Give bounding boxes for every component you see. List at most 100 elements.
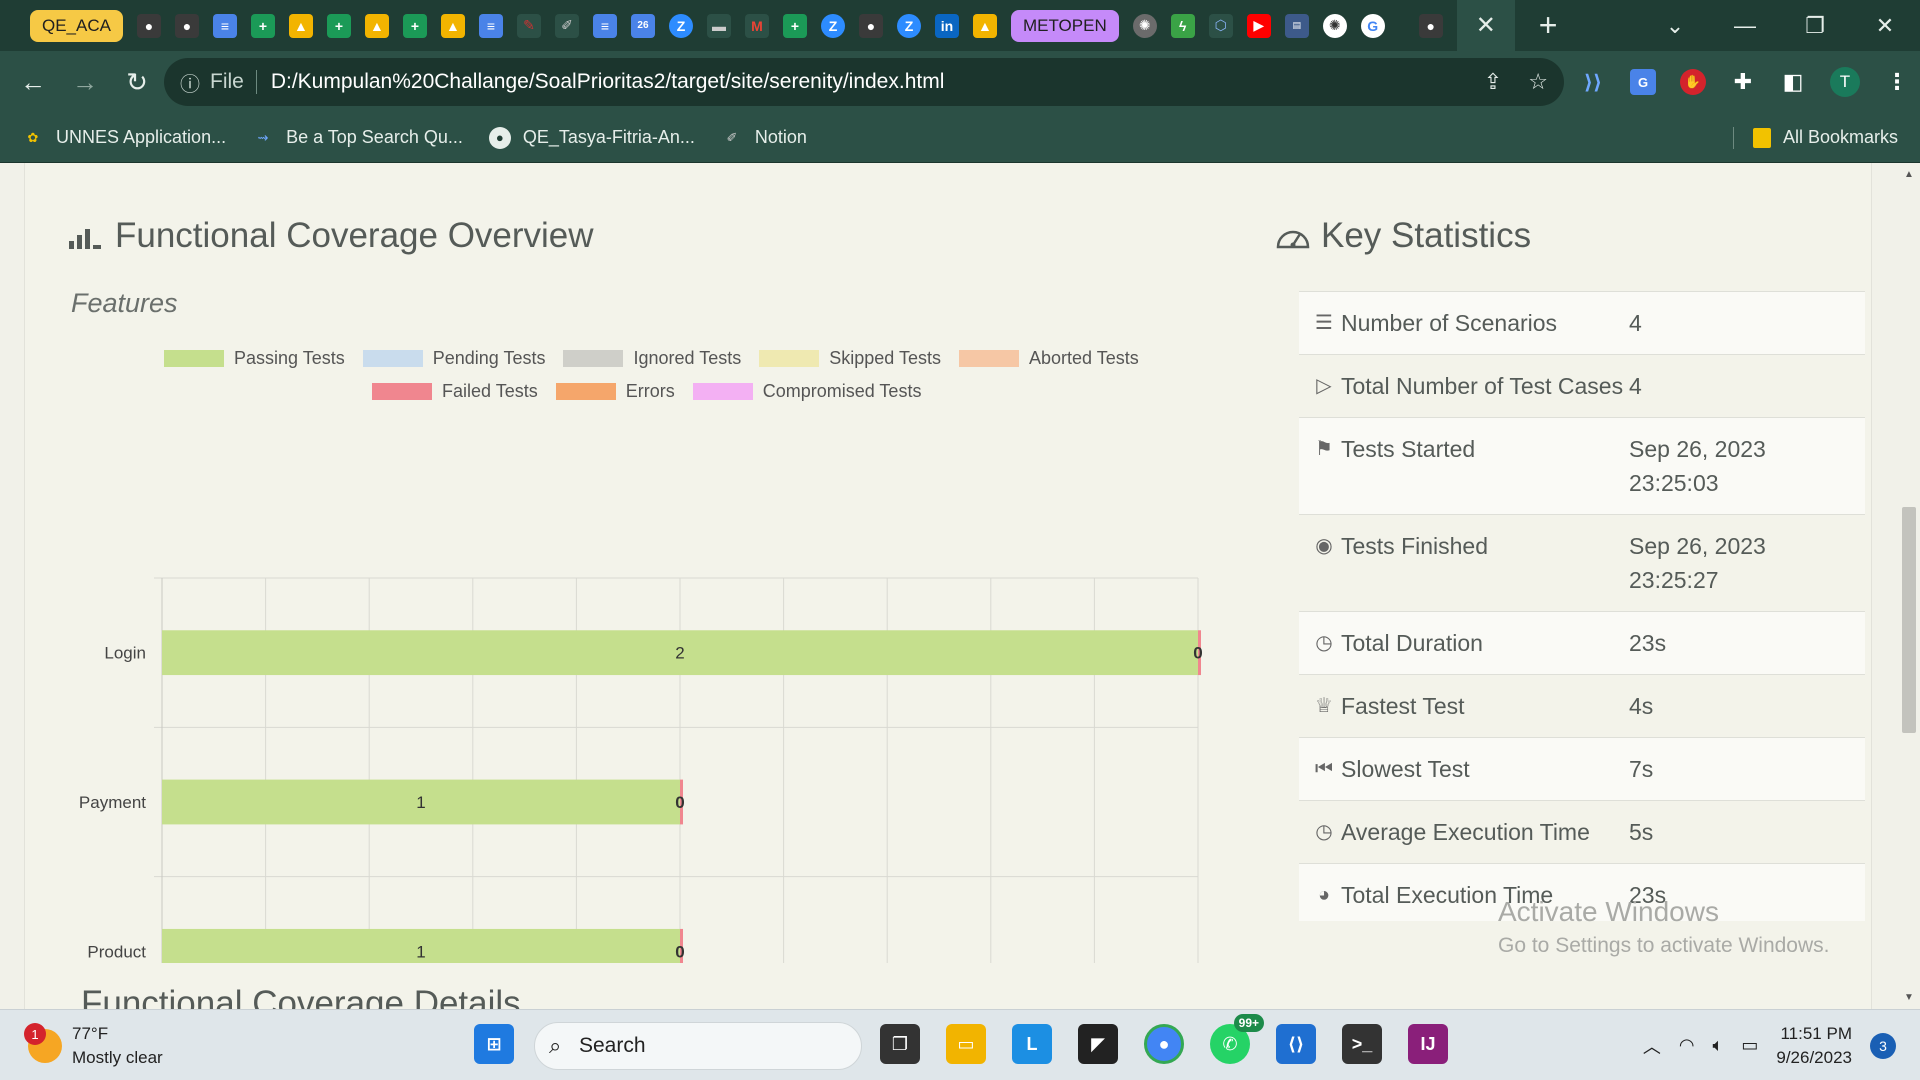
all-bookmarks-label: All Bookmarks (1782, 127, 1898, 147)
tab-group-qe-aca[interactable]: QE_ACA (30, 9, 123, 42)
drive-icon[interactable]: ▲ (972, 13, 997, 38)
sticky-notes-icon[interactable]: ◤ (1078, 1024, 1118, 1064)
bolt-icon[interactable]: ϟ (1170, 13, 1195, 38)
vscode-icon[interactable]: ⟨⟩ (1276, 1024, 1316, 1064)
l-app-icon[interactable]: L (1012, 1024, 1052, 1064)
legend-item[interactable]: Errors (555, 381, 675, 402)
terminal-icon[interactable]: >_ (1342, 1024, 1382, 1064)
unnes-logo-icon: ✿ (27, 129, 39, 145)
chatgpt-icon[interactable]: ✺ (1322, 13, 1347, 38)
docs-icon[interactable]: ≡ (212, 13, 237, 38)
start-windows-icon[interactable]: ⊞ (474, 1024, 514, 1064)
side-panel-icon[interactable]: ◧ (1780, 69, 1806, 95)
sheets-icon[interactable]: + (402, 13, 427, 38)
legend-item[interactable]: Aborted Tests (958, 348, 1139, 369)
clock-time: 11:51 PM (1780, 1023, 1852, 1043)
wifi-icon[interactable]: ◠ (1679, 1035, 1695, 1056)
scroll-down-icon[interactable]: ▼ (1898, 992, 1920, 1003)
translate-icon[interactable]: G (1630, 69, 1656, 95)
legend-item[interactable]: Skipped Tests (759, 348, 941, 369)
task-view-icon[interactable]: ❐ (880, 1024, 920, 1064)
news-icon[interactable]: ▤ (1284, 13, 1309, 38)
scrollbar-thumb[interactable] (1902, 507, 1916, 733)
stat-row: ⏮ Slowest Test 7s (1299, 737, 1865, 800)
intellij-icon[interactable]: IJ (1408, 1024, 1448, 1064)
new-tab-button[interactable]: + (1539, 7, 1558, 44)
file-explorer-icon[interactable]: ▭ (946, 1024, 986, 1064)
chrome-icon[interactable]: ● (1144, 1024, 1184, 1064)
notion-icon[interactable]: ✐ (554, 13, 579, 38)
gmail-icon[interactable]: M (744, 13, 769, 38)
extensions-puzzle-icon[interactable]: ✚ (1730, 69, 1756, 95)
sheets-icon[interactable]: + (782, 13, 807, 38)
youtube-icon[interactable]: ▶ (1246, 13, 1271, 38)
drive-icon[interactable]: ▲ (364, 13, 389, 38)
active-tab-close-button[interactable]: ✕ (1456, 0, 1515, 51)
notification-badge[interactable]: 3 (1870, 1032, 1896, 1059)
taskbar-search[interactable]: ⌕ Search (534, 1022, 862, 1070)
calendar-icon[interactable]: 26 (630, 13, 655, 38)
clock[interactable]: 11:51 PM 9/26/2023 (1776, 1022, 1852, 1070)
drive-icon[interactable]: ▲ (288, 13, 313, 38)
legend-item[interactable]: Passing Tests (164, 348, 345, 369)
battery-icon[interactable]: ▭ (1741, 1035, 1758, 1056)
google-icon[interactable]: G (1360, 13, 1385, 38)
minimize-icon[interactable]: — (1710, 13, 1780, 39)
close-window-icon[interactable]: ✕ (1850, 13, 1920, 39)
system-tray: ︿ ◠ 🔈︎ ▭ 11:51 PM 9/26/2023 3 (1643, 1010, 1896, 1080)
legend-item[interactable]: Pending Tests (362, 348, 545, 369)
bookmark-star-icon[interactable]: ☆ (1528, 69, 1548, 95)
bookmark-qe-repo[interactable]: ● QE_Tasya-Fitria-An... (488, 126, 695, 149)
drive-icon[interactable]: ▲ (440, 13, 465, 38)
zoom-icon[interactable]: Z (896, 13, 921, 38)
github-icon[interactable]: ● (1418, 13, 1443, 38)
volume-icon[interactable]: 🔈︎ (1713, 1035, 1724, 1056)
bookmark-search-quality[interactable]: ⇝ Be a Top Search Qu... (252, 127, 463, 149)
page-scrollbar[interactable]: ▲ ▼ (1898, 163, 1920, 1009)
legend-item[interactable]: Failed Tests (372, 381, 538, 402)
adblock-icon[interactable]: ✋ (1680, 69, 1706, 95)
back-icon[interactable]: ← (10, 67, 56, 98)
github-icon[interactable]: ● (174, 13, 199, 38)
tab-search-icon[interactable]: ⌄ (1640, 13, 1710, 39)
profile-avatar[interactable]: T (1830, 67, 1860, 97)
sheets-icon[interactable]: + (250, 13, 275, 38)
github-icon[interactable]: ● (858, 13, 883, 38)
scroll-up-icon[interactable]: ▲ (1898, 169, 1920, 180)
all-bookmarks-button[interactable]: All Bookmarks (1752, 127, 1898, 148)
docs-icon[interactable]: ≡ (592, 13, 617, 38)
stop-icon: ◉ (1315, 535, 1333, 557)
features-subtitle: Features (71, 288, 178, 318)
weather-widget[interactable]: 1 77°F Mostly clear (24, 1022, 163, 1070)
linkedin-icon[interactable]: in (934, 13, 959, 38)
legend-swatch (692, 383, 753, 400)
tab-group-metopen[interactable]: METOPEN (1010, 9, 1119, 42)
zoom-icon[interactable]: Z (820, 13, 845, 38)
restore-icon[interactable]: ❐ (1780, 13, 1850, 39)
chatgpt-icon[interactable]: ✺ (1132, 13, 1157, 38)
legend-item[interactable]: Compromised Tests (692, 381, 921, 402)
stopwatch-filled-icon: ◕ (1317, 884, 1331, 906)
whatsapp-icon[interactable]: ✆ 99+ (1210, 1014, 1264, 1064)
reload-icon[interactable]: ↻ (114, 67, 160, 98)
url-text[interactable]: D:/Kumpulan%20Challange/SoalPrioritas2/t… (271, 70, 945, 94)
sheets-icon[interactable]: + (326, 13, 351, 38)
chevron-up-icon[interactable]: ︿ (1643, 1033, 1661, 1059)
pin-icon[interactable]: ✎ (516, 13, 541, 38)
share-icon[interactable]: ⇪ (1484, 69, 1502, 95)
key-statistics-title: Key Statistics (1275, 216, 1531, 256)
read-aloud-icon[interactable]: ⟩⟩ (1580, 69, 1606, 95)
hexagon-icon[interactable]: ⬡ (1208, 13, 1233, 38)
github-icon[interactable]: ● (136, 13, 161, 38)
bookmark-notion[interactable]: ✐ Notion (721, 127, 806, 149)
legend-item[interactable]: Ignored Tests (563, 348, 741, 369)
bar-icon[interactable]: ▬ (706, 13, 731, 38)
address-bar[interactable]: ⓘ File D:/Kumpulan%20Challange/SoalPrior… (164, 58, 1564, 106)
docs-icon[interactable]: ≡ (478, 13, 503, 38)
info-icon[interactable]: ⓘ (180, 68, 210, 97)
activate-windows-hint: Go to Settings to activate Windows. (1498, 934, 1830, 957)
bookmark-unnes[interactable]: ✿ UNNES Application... (22, 127, 227, 149)
zoom-icon[interactable]: Z (668, 13, 693, 38)
forward-icon[interactable]: → (62, 67, 108, 98)
menu-kebab-icon[interactable]: ⋮ (1884, 69, 1910, 95)
